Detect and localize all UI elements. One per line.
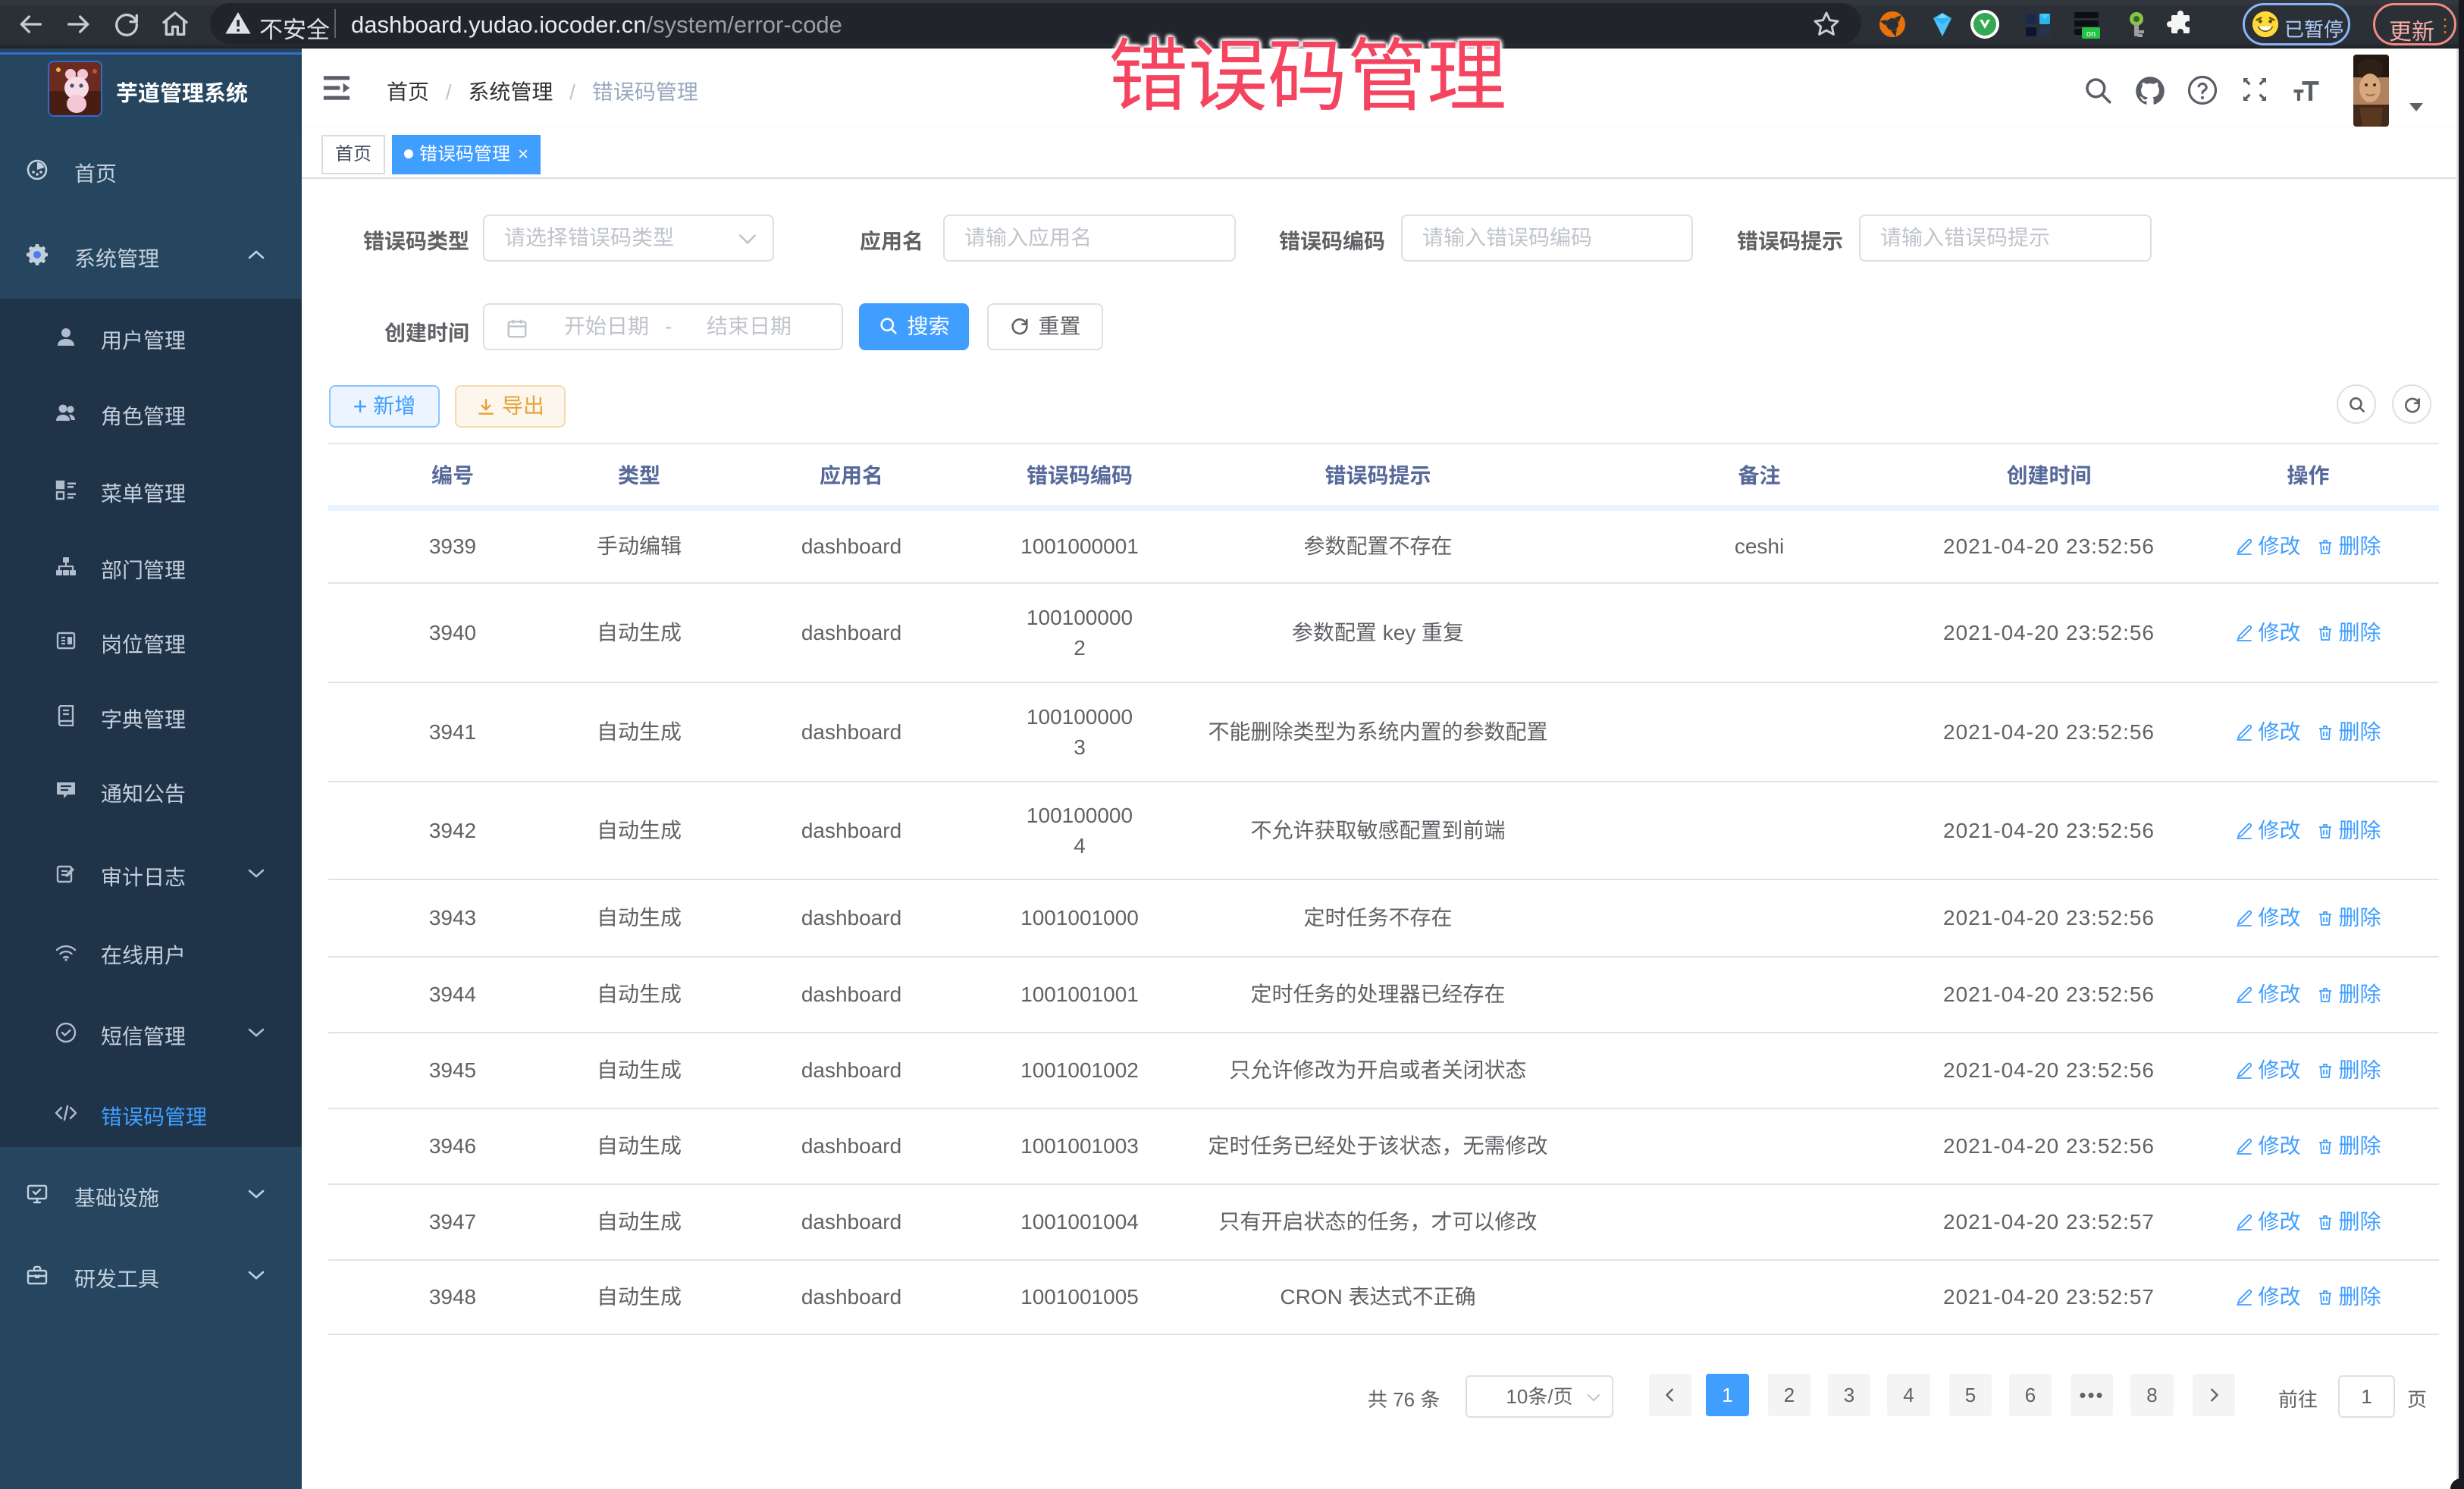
svg-text:on: on	[2086, 30, 2096, 39]
